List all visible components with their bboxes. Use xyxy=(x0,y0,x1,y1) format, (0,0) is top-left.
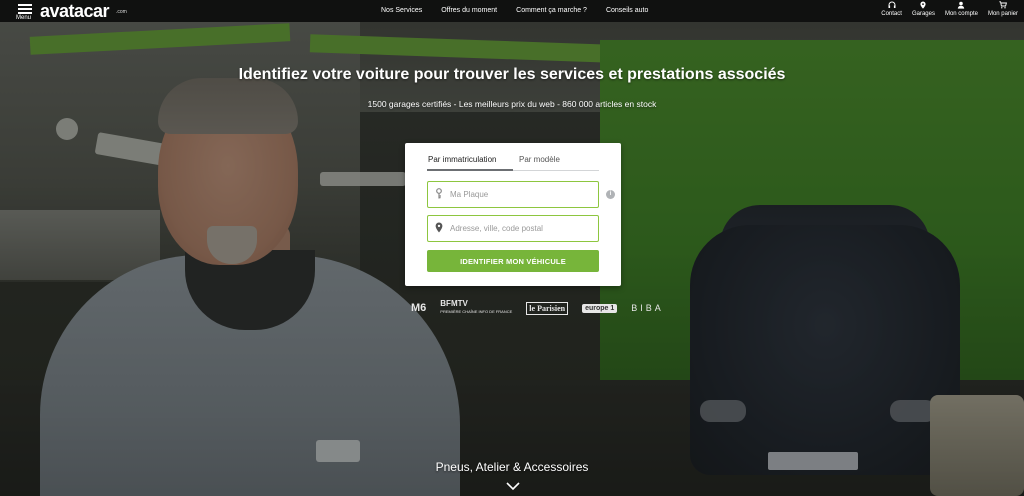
user-icon xyxy=(958,1,965,9)
address-field xyxy=(427,215,599,242)
key-icon xyxy=(428,188,450,201)
header-actions: Contact Garages Mon compte Mon panier xyxy=(871,0,1018,22)
tab-par-immatriculation[interactable]: Par immatriculation xyxy=(427,153,513,171)
bfmtv-name: BFMTV xyxy=(440,299,468,308)
hero-subline: 1500 garages certifiés - Les meilleurs p… xyxy=(367,99,657,109)
main-nav: Nos Services Offres du moment Comment ça… xyxy=(381,0,667,22)
site-logo[interactable]: avatacar xyxy=(40,1,110,21)
bfmtv-tagline: PREMIÈRE CHAÎNE INFO DE FRANCE xyxy=(440,309,513,314)
press-logo-m6: M6 xyxy=(411,302,427,314)
cart-label: Mon panier xyxy=(987,11,1018,17)
chevron-down-icon[interactable] xyxy=(506,479,520,493)
plate-input[interactable] xyxy=(450,190,590,199)
plate-field xyxy=(427,181,599,208)
account-button[interactable]: Mon compte xyxy=(945,0,978,22)
contact-label: Contact xyxy=(881,11,902,17)
menu-button[interactable]: Menu xyxy=(14,2,36,22)
garages-label: Garages xyxy=(911,11,935,17)
nav-comment-ca-marche[interactable]: Comment ça marche ? xyxy=(516,0,587,22)
location-pin-icon xyxy=(428,222,450,235)
identify-vehicle-button[interactable]: IDENTIFIER MON VÉHICULE xyxy=(427,250,599,272)
nav-offres-du-moment[interactable]: Offres du moment xyxy=(441,0,497,22)
vehicle-search-card: Par immatriculation Par modèle i IDENTIF… xyxy=(405,143,621,286)
info-icon[interactable]: i xyxy=(606,190,615,199)
cart-icon xyxy=(999,1,1007,9)
account-label: Mon compte xyxy=(944,11,978,17)
hamburger-icon xyxy=(18,4,32,6)
press-logo-le-parisien: le Parisien xyxy=(526,301,569,315)
press-logos: M6 BFMTV PREMIÈRE CHAÎNE INFO DE FRANCE … xyxy=(411,300,678,316)
logo-suffix: .com xyxy=(116,9,127,15)
menu-label: Menu xyxy=(16,15,32,21)
contact-button[interactable]: Contact xyxy=(881,0,902,22)
hero-headline: Identifiez votre voiture pour trouver le… xyxy=(238,66,786,83)
cart-button[interactable]: Mon panier xyxy=(988,0,1018,22)
top-navigation-bar: Menu avatacar .com Nos Services Offres d… xyxy=(0,0,1024,22)
search-tabs: Par immatriculation Par modèle xyxy=(427,153,599,171)
press-logo-bfmtv: BFMTV PREMIÈRE CHAÎNE INFO DE FRANCE xyxy=(440,300,512,316)
press-logo-europe1: europe 1 xyxy=(582,303,618,313)
address-input[interactable] xyxy=(450,224,590,233)
nav-nos-services[interactable]: Nos Services xyxy=(381,0,422,22)
press-logo-biba: BIBA xyxy=(631,303,664,313)
tab-par-modele[interactable]: Par modèle xyxy=(513,153,599,171)
garages-button[interactable]: Garages xyxy=(912,0,935,22)
headset-icon xyxy=(888,1,896,8)
section-title: Pneus, Atelier & Accessoires xyxy=(435,460,589,474)
location-pin-icon xyxy=(920,1,927,9)
nav-conseils-auto[interactable]: Conseils auto xyxy=(606,0,648,22)
